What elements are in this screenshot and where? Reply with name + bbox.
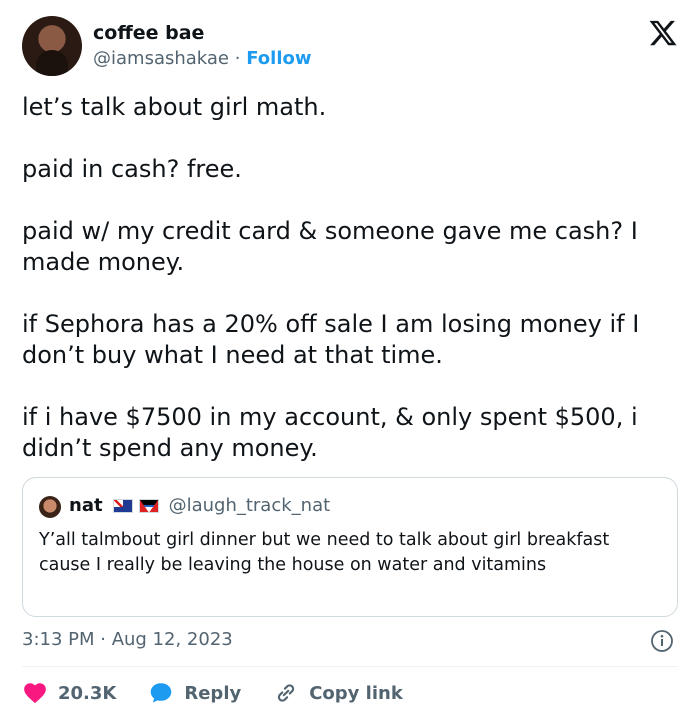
flag-icon [138,498,159,513]
tweet-timestamp[interactable]: 3:13 PM · Aug 12, 2023 [22,629,233,650]
tweet-paragraph: paid w/ my credit card & someone gave me… [22,217,638,276]
tweet-text: let’s talk about girl math. paid in cash… [22,92,682,464]
follow-button[interactable]: Follow [246,48,311,69]
copy-link-label: Copy link [309,682,403,704]
x-logo-icon[interactable] [648,18,678,48]
action-bar: 20.3K Reply Copy link [22,680,403,706]
author-handle-row: @iamsashakae · Follow [93,48,312,69]
tweet-paragraph: if i have $7500 in my account, & only sp… [22,403,638,462]
quoted-avatar [39,496,61,518]
divider [22,666,678,667]
quoted-text: Y’all talmbout girl dinner but we need t… [39,530,610,575]
heart-icon [24,683,46,704]
tweet-paragraph: if Sephora has a 20% off sale I am losin… [22,310,640,369]
flag-icon [112,498,133,513]
reply-button[interactable]: Reply [148,680,241,706]
quoted-tweet[interactable]: nat @laugh_track_nat Y’all talmbout girl… [22,477,678,617]
tweet-paragraph: let’s talk about girl math. [22,93,327,121]
quoted-header: nat @laugh_track_nat [69,495,330,516]
like-count: 20.3K [58,682,117,704]
info-icon[interactable] [650,629,674,653]
quoted-handle: @laugh_track_nat [168,495,331,516]
quoted-name: nat [69,495,103,516]
author-avatar[interactable] [22,16,82,76]
separator: · [234,48,241,69]
reply-label: Reply [184,682,242,704]
tweet-paragraph: paid in cash? free. [22,155,242,183]
link-icon [278,684,295,702]
author-handle[interactable]: @iamsashakae [93,48,229,69]
copy-link-button[interactable]: Copy link [273,680,403,706]
like-button[interactable]: 20.3K [22,680,116,706]
reply-bubble-icon [151,683,172,703]
author-name[interactable]: coffee bae [93,22,204,44]
